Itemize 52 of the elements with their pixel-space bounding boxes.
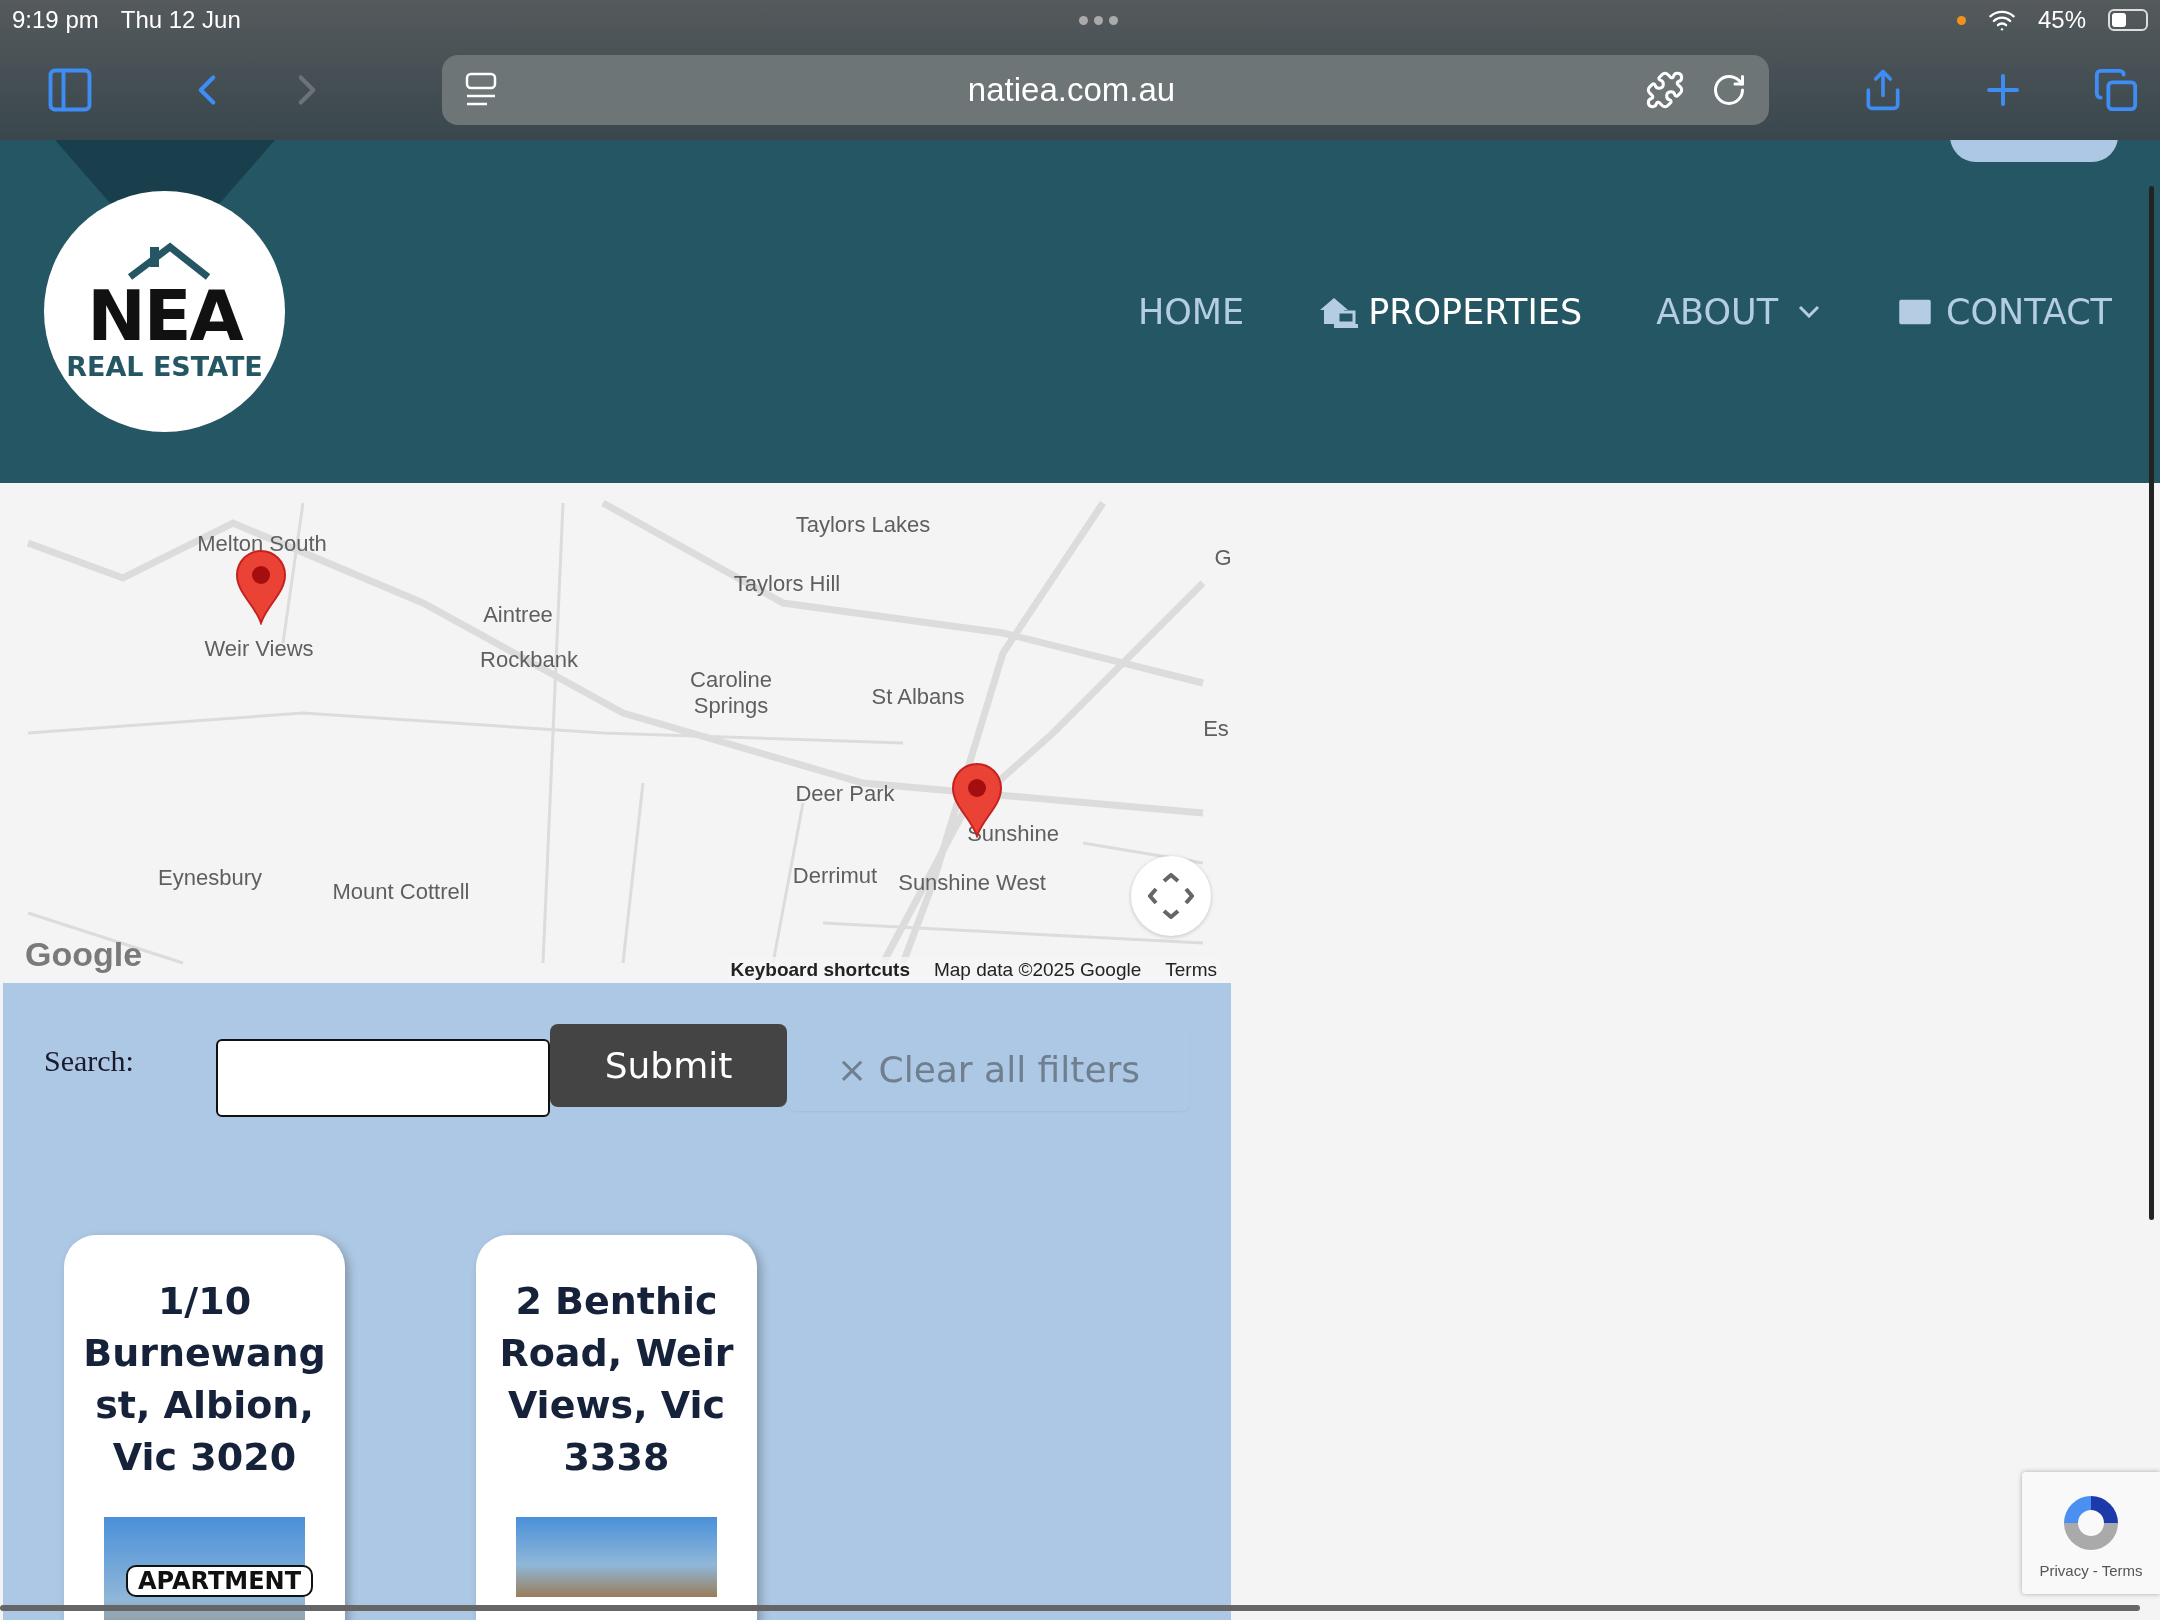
map-pin-icon[interactable] <box>235 549 287 625</box>
map-place-label: Eynesbury <box>158 865 262 891</box>
nav-link[interactable]: PROPERTIES <box>1318 291 1583 332</box>
battery-percent: 45% <box>2037 6 2086 34</box>
map-place-label: Taylors Hill <box>733 571 841 597</box>
map-place-label: Rockbank <box>480 647 578 673</box>
listing-card[interactable]: 1/10 Burnewang st, Albion, Vic 3020 APARTMENT <box>64 1235 345 1620</box>
logo-tagline: REAL ESTATE <box>66 351 263 382</box>
map-place-label: Mount Cottrell <box>332 879 470 905</box>
listing-card[interactable]: 2 Benthic Road, Weir Views, Vic 3338 <box>476 1235 757 1620</box>
map-pan-control[interactable] <box>1131 856 1211 936</box>
map-footer-link[interactable]: Terms <box>1165 959 1217 981</box>
map-place-label: Taylors Lakes <box>795 512 931 538</box>
map-place-label: Caroline Springs <box>689 667 773 719</box>
move-arrows-icon <box>1148 873 1194 919</box>
search-label: Search: <box>44 1044 135 1078</box>
reader-icon[interactable] <box>464 72 498 108</box>
logo-text: NEA <box>87 281 242 351</box>
map-place-label: Deer Park <box>795 781 895 807</box>
map-footer-link[interactable]: Keyboard shortcuts <box>730 959 910 981</box>
battery-icon <box>2108 9 2148 31</box>
extension-icon[interactable] <box>1645 70 1685 110</box>
nav-link[interactable]: CONTACT <box>1894 290 2112 333</box>
address-bar[interactable]: natiea.com.au <box>442 55 1769 125</box>
map-place-label: Weir Views <box>204 636 314 662</box>
listing-title: 1/10 Burnewang st, Albion, Vic 3020 <box>82 1278 327 1481</box>
status-date: Thu 12 Jun <box>120 6 241 34</box>
map-place-label: Derrimut <box>792 863 878 889</box>
site-logo[interactable]: NEA REAL ESTATE <box>44 191 285 432</box>
scrollbar[interactable] <box>0 1605 2140 1611</box>
map-provider-logo[interactable]: Google <box>25 935 143 974</box>
map-place-label: Es <box>1203 716 1229 742</box>
map-place-label: Sunshine West <box>898 870 1046 896</box>
map-place-label: G <box>1214 545 1231 571</box>
reload-icon[interactable] <box>1711 72 1747 108</box>
scrollbar[interactable] <box>2149 186 2154 1220</box>
map-place-label: Melton South <box>197 531 327 557</box>
map-place-label: St Albans <box>871 684 965 710</box>
more-dots-icon[interactable] <box>1079 15 1119 25</box>
recaptcha-links[interactable]: Privacy - Terms <box>2039 1561 2143 1579</box>
status-time: 9:19 pm <box>12 6 99 34</box>
listing-title: 2 Benthic Road, Weir Views, Vic 3338 <box>498 1278 735 1481</box>
chevron-down-icon <box>1798 305 1820 318</box>
search-field[interactable] <box>216 1039 550 1117</box>
nav-link[interactable]: ABOUT <box>1656 291 1820 332</box>
nav-link[interactable]: HOME <box>1137 291 1245 332</box>
map-footer-link[interactable]: Map data ©2025 Google <box>933 959 1142 981</box>
map-place-label: Aintree <box>483 602 553 628</box>
property-type-tag: APARTMENT <box>126 1565 314 1597</box>
url-text: natiea.com.au <box>966 71 1177 109</box>
submit-button[interactable]: Submit <box>550 1024 787 1107</box>
indicator-dot-icon <box>1956 15 1966 25</box>
